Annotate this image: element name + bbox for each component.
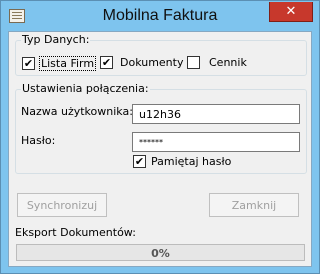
dokumenty-checkbox[interactable] [100,56,113,69]
app-window: Mobilna Faktura ✕ Typ Danych: Lista Firm… [0,0,320,274]
checkbox-dokumenty[interactable]: Dokumenty [100,56,183,69]
username-field[interactable]: u12h36 [132,104,300,124]
synchronize-button[interactable]: Synchronizuj [17,193,107,217]
checkbox-cennik[interactable]: Cennik [187,56,247,69]
cennik-label: Cennik [209,56,247,69]
password-field[interactable]: ****** [132,132,300,152]
cennik-checkbox[interactable] [187,56,200,69]
progress-text: 0% [151,247,170,260]
lista-firm-checkbox[interactable] [22,57,35,70]
data-type-legend: Typ Danych: [21,33,91,46]
remember-password-checkbox[interactable] [133,155,146,168]
checkbox-remember-password[interactable]: Pamiętaj hasło [133,155,231,168]
close-window-button[interactable]: ✕ [269,2,313,22]
data-type-group: Typ Danych: Lista Firm Dokumenty Cennik [15,34,307,76]
password-label: Hasło: [21,134,56,147]
dokumenty-label: Dokumenty [120,56,184,69]
close-icon: ✕ [285,4,297,19]
close-button[interactable]: Zamknij [209,193,299,217]
export-progress-bar: 0% [16,244,305,261]
lista-firm-label: Lista Firm [39,56,97,71]
export-label: Eksport Dokumentów: [15,226,136,239]
title-bar[interactable]: Mobilna Faktura ✕ [1,1,319,31]
remember-password-label: Pamiętaj hasło [151,155,232,168]
checkbox-lista-firm[interactable]: Lista Firm [22,56,97,71]
username-label: Nazwa użytkownika: [21,105,133,118]
connection-settings-group: Ustawienia połączenia: Nazwa użytkownika… [15,83,307,174]
client-area: Typ Danych: Lista Firm Dokumenty Cennik … [8,31,312,267]
connection-settings-legend: Ustawienia połączenia: [21,82,150,95]
